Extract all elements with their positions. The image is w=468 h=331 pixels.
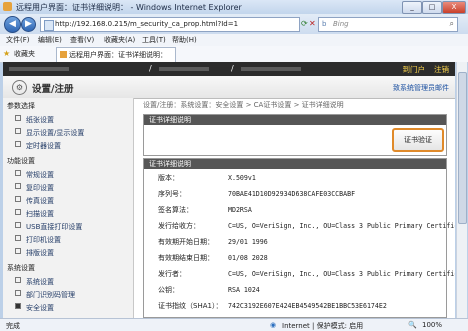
sidebar-item-fax[interactable]: 传真设置 <box>15 196 54 206</box>
page-title: 设置/注册 <box>32 84 74 95</box>
menu-favorites[interactable]: 收藏夹(A) <box>104 35 135 45</box>
stop-icon[interactable]: ✕ <box>309 19 316 28</box>
header-separator: / <box>149 64 152 73</box>
vertical-scrollbar[interactable] <box>456 62 467 318</box>
device-address-redacted <box>159 67 209 71</box>
certificate-details-box: 证书详细说明 版本： X.509v1 序列号： 70BAE41D10D92934D6… <box>143 158 455 318</box>
sidebar-item-dept-id[interactable]: 部门识别码管理 <box>15 290 75 300</box>
settings-icon: ⚙ <box>12 80 27 95</box>
sidebar: 参数选择 纸张设置 显示设置/显示设置 定时器设置 功能设置 常规设置 复印设置… <box>3 98 134 318</box>
page-title-bar: ⚙ 设置/注册 致系统管理员邮件 <box>3 76 455 99</box>
sidebar-section-title: 系统设置 <box>7 264 35 272</box>
logout-link[interactable]: 注销 <box>434 64 449 75</box>
sidebar-item-scan[interactable]: 扫描设置 <box>15 209 54 219</box>
page-content: / / 到门户 注销 ⚙ 设置/注册 致系统管理员邮件 参数选择 纸张设置 显示… <box>3 62 455 318</box>
detail-row: 有效期结束日期： 01/08 2028 <box>158 254 268 262</box>
refresh-icon[interactable]: ⟳ <box>301 19 308 28</box>
url-text: http://192.168.0.215/m_security_ca_prop.… <box>55 20 239 28</box>
maximize-button[interactable]: □ <box>422 1 442 14</box>
favorites-label[interactable]: 收藏夹 <box>14 49 35 59</box>
tab-page-icon <box>60 51 67 58</box>
sidebar-item-security[interactable]: 安全设置 <box>15 303 54 313</box>
scrollbar-thumb[interactable] <box>458 72 467 224</box>
tab-title: 远程用户界面：证书详细说明： <box>69 51 167 59</box>
bullet-icon <box>15 222 21 228</box>
sidebar-section-title: 参数选择 <box>7 102 35 110</box>
mail-admin-link[interactable]: 致系统管理员邮件 <box>393 83 449 93</box>
sidebar-section-title: 功能设置 <box>7 157 35 165</box>
ie-app-icon <box>3 2 12 11</box>
bullet-icon <box>15 128 21 134</box>
search-input[interactable]: b Bing ⌕ <box>318 17 458 32</box>
sidebar-item-paper[interactable]: 纸张设置 <box>15 115 54 125</box>
bullet-icon <box>15 248 21 254</box>
zoom-level[interactable]: 100% <box>422 321 442 329</box>
sidebar-item-timer[interactable]: 定时器设置 <box>15 141 61 151</box>
browser-tab[interactable]: 远程用户界面：证书详细说明： <box>56 47 176 62</box>
back-button[interactable]: ◀ <box>4 16 21 33</box>
detail-row: 公钥： RSA 1024 <box>158 286 260 294</box>
section-header: 证书详细说明 <box>144 115 446 125</box>
bing-icon: b <box>322 20 327 28</box>
page-icon <box>44 20 54 31</box>
minimize-button[interactable]: _ <box>402 1 422 14</box>
detail-row: 证书指纹（SHA1）： 742C3192E607E424EB4549542BE1B… <box>158 302 387 310</box>
url-field[interactable]: http://192.168.0.215/m_security_ca_prop.… <box>40 17 300 32</box>
zoom-icon[interactable]: 🔍 <box>408 321 417 329</box>
address-bar: ◀ ▶ http://192.168.0.215/m_security_ca_p… <box>0 14 468 34</box>
menu-tools[interactable]: 工具(T) <box>142 35 166 45</box>
menu-view[interactable]: 查看(V) <box>70 35 94 45</box>
sidebar-item-general[interactable]: 常规设置 <box>15 170 54 180</box>
bullet-icon <box>15 115 21 121</box>
sidebar-item-system[interactable]: 系统设置 <box>15 277 54 287</box>
favorites-bar: ★ 收藏夹 远程用户界面：证书详细说明： <box>0 46 468 63</box>
section-header: 证书详细说明 <box>144 159 446 169</box>
detail-row: 版本： X.509v1 <box>158 174 256 182</box>
bullet-icon <box>15 303 21 309</box>
forward-button[interactable]: ▶ <box>21 17 36 32</box>
verify-certificate-button[interactable]: 证书验证 <box>392 128 444 152</box>
search-icon[interactable]: ⌕ <box>450 19 454 29</box>
page-header-bar: / / 到门户 注销 <box>3 62 455 76</box>
breadcrumb: 设置/注册：系统设置：安全设置 > CA证书设置 > 证书详细说明 <box>143 101 344 109</box>
detail-row: 签名算法： MD2RSA <box>158 206 252 214</box>
menu-help[interactable]: 帮助(H) <box>172 35 197 45</box>
favorites-star-icon[interactable]: ★ <box>3 49 10 58</box>
bullet-icon <box>15 196 21 202</box>
sidebar-item-usb-print[interactable]: USB直接打印设置 <box>15 222 82 232</box>
bullet-icon <box>15 170 21 176</box>
bullet-icon <box>15 235 21 241</box>
to-portal-link[interactable]: 到门户 <box>403 64 426 75</box>
detail-row: 有效期开始日期： 29/01 1996 <box>158 238 268 246</box>
device-name-redacted <box>9 67 69 71</box>
search-placeholder: Bing <box>333 20 349 28</box>
detail-row: 序列号： 70BAE41D10D92934D638CAFE03CCBABF <box>158 190 356 198</box>
close-button[interactable]: X <box>442 1 466 14</box>
sidebar-item-copy[interactable]: 复印设置 <box>15 183 54 193</box>
bullet-icon <box>15 277 21 283</box>
bullet-icon <box>15 209 21 215</box>
title-bar: 远程用户界面：证书详细说明： - Windows Internet Explor… <box>0 0 468 14</box>
menu-edit[interactable]: 编辑(E) <box>38 35 62 45</box>
bullet-icon <box>15 183 21 189</box>
section-title: 证书详细说明 <box>149 116 191 124</box>
sidebar-item-printer[interactable]: 打印机设置 <box>15 235 61 245</box>
detail-row: 发行者： C=US, O=VeriSign, Inc., OU=Class 3 P… <box>158 270 455 278</box>
user-name-redacted <box>241 67 301 71</box>
sidebar-item-layout[interactable]: 排版设置 <box>15 248 54 258</box>
status-bar: 完成 ◉ Internet | 保护模式: 启用 🔍 100% <box>0 318 468 331</box>
detail-row: 发行给收方： C=US, O=VeriSign, Inc., OU=Class 3… <box>158 222 455 230</box>
main-panel: 设置/注册：系统设置：安全设置 > CA证书设置 > 证书详细说明 证书详细说明… <box>133 98 455 318</box>
header-separator: / <box>231 64 234 73</box>
section-title: 证书详细说明 <box>149 160 191 168</box>
sidebar-item-display[interactable]: 显示设置/显示设置 <box>15 128 84 138</box>
certificate-actions-box: 证书详细说明 证书验证 <box>143 114 447 156</box>
window-title: 远程用户界面：证书详细说明： - Windows Internet Explor… <box>16 3 242 12</box>
bullet-icon <box>15 141 21 147</box>
menu-file[interactable]: 文件(F) <box>6 35 30 45</box>
bullet-icon <box>15 290 21 296</box>
globe-icon: ◉ <box>270 321 277 329</box>
